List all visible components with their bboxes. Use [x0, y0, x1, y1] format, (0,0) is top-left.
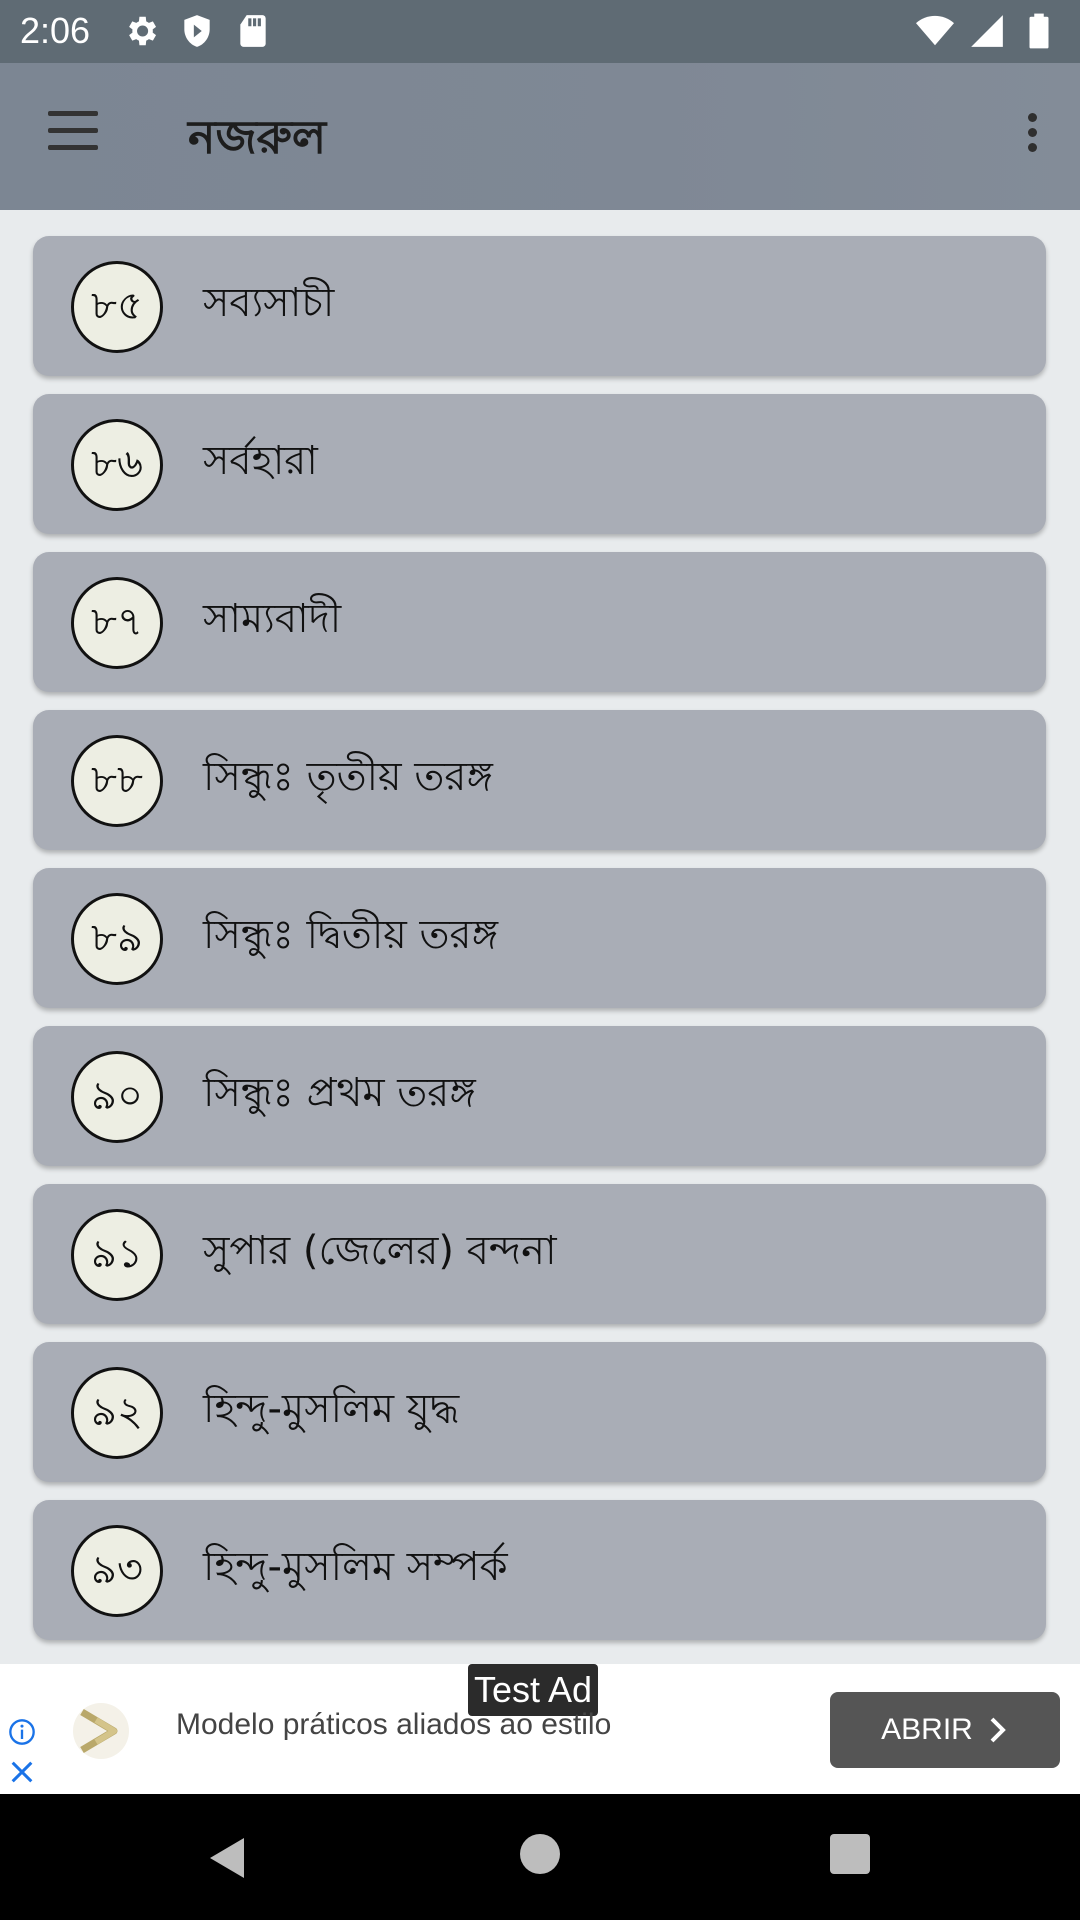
item-number-badge: ৮৫ [71, 261, 163, 353]
close-icon[interactable] [8, 1758, 36, 1786]
item-number-badge: ৮৯ [71, 893, 163, 985]
list-item[interactable]: ৯১ সুপার (জেলের) বন্দনা [33, 1184, 1046, 1324]
ad-banner[interactable]: Test Ad Modelo práticos aliados ao estil… [0, 1664, 1080, 1794]
ad-open-button[interactable]: ABRIR [830, 1692, 1060, 1768]
list-item[interactable]: ৮৭ সাম্যবাদী [33, 552, 1046, 692]
back-icon[interactable] [204, 1834, 252, 1882]
status-bar: 2:06 [0, 0, 1080, 63]
item-title: সব্যসাচী [203, 280, 335, 326]
advertiser-logo-icon [73, 1703, 129, 1759]
ad-open-button-label: ABRIR [881, 1713, 973, 1746]
poem-list: ৮৫ সব্যসাচী ৮৬ সর্বহারা ৮৭ সাম্যবাদী ৮৮ … [33, 236, 1046, 1658]
settings-icon [129, 16, 157, 46]
info-icon[interactable] [8, 1718, 36, 1746]
system-nav-bar [0, 1794, 1080, 1920]
more-vert-icon[interactable] [1010, 113, 1054, 161]
menu-icon[interactable] [42, 111, 104, 163]
item-number-badge: ৯৩ [71, 1525, 163, 1617]
item-title: সর্বহারা [203, 438, 318, 484]
item-number-badge: ৯১ [71, 1209, 163, 1301]
item-title: হিন্দু-মুসলিম যুদ্ধ [203, 1386, 460, 1432]
ad-text: Modelo práticos aliados ao estilo [176, 1708, 612, 1741]
app-title: নজরুল [188, 110, 327, 164]
status-icons-left [122, 12, 272, 50]
recent-apps-icon[interactable] [830, 1834, 870, 1874]
list-item[interactable]: ৯৩ হিন্দু-মুসলিম সম্পর্ক [33, 1500, 1046, 1640]
item-title: সাম্যবাদী [203, 596, 342, 642]
item-title: হিন্দু-মুসলিম সম্পর্ক [203, 1544, 508, 1590]
status-icons-right [916, 12, 1058, 50]
item-number-badge: ৯২ [71, 1367, 163, 1459]
list-item[interactable]: ৮৮ সিন্ধুঃ তৃতীয় তরঙ্গ [33, 710, 1046, 850]
item-number-badge: ৮৭ [71, 577, 163, 669]
shield-icon [184, 15, 210, 47]
item-number-badge: ৮৮ [71, 735, 163, 827]
list-item[interactable]: ৮৬ সর্বহারা [33, 394, 1046, 534]
item-title: সুপার (জেলের) বন্দনা [203, 1228, 557, 1274]
item-number-badge: ৯০ [71, 1051, 163, 1143]
item-title: সিন্ধুঃ প্রথম তরঙ্গ [203, 1070, 476, 1116]
wifi-icon [916, 15, 954, 46]
item-title: সিন্ধুঃ দ্বিতীয় তরঙ্গ [203, 912, 499, 958]
chevron-right-icon [990, 1717, 1006, 1743]
app-bar: নজরুল [0, 63, 1080, 210]
list-item[interactable]: ৯২ হিন্দু-মুসলিম যুদ্ধ [33, 1342, 1046, 1482]
list-item[interactable]: ৮৫ সব্যসাচী [33, 236, 1046, 376]
status-time: 2:06 [20, 10, 91, 51]
home-icon[interactable] [520, 1834, 560, 1874]
list-item[interactable]: ৮৯ সিন্ধুঃ দ্বিতীয় তরঙ্গ [33, 868, 1046, 1008]
list-item[interactable]: ৯০ সিন্ধুঃ প্রথম তরঙ্গ [33, 1026, 1046, 1166]
signal-icon [971, 15, 1003, 47]
item-title: সিন্ধুঃ তৃতীয় তরঙ্গ [203, 754, 493, 800]
sd-card-icon [240, 15, 266, 47]
battery-icon [1029, 13, 1049, 49]
item-number-badge: ৮৬ [71, 419, 163, 511]
